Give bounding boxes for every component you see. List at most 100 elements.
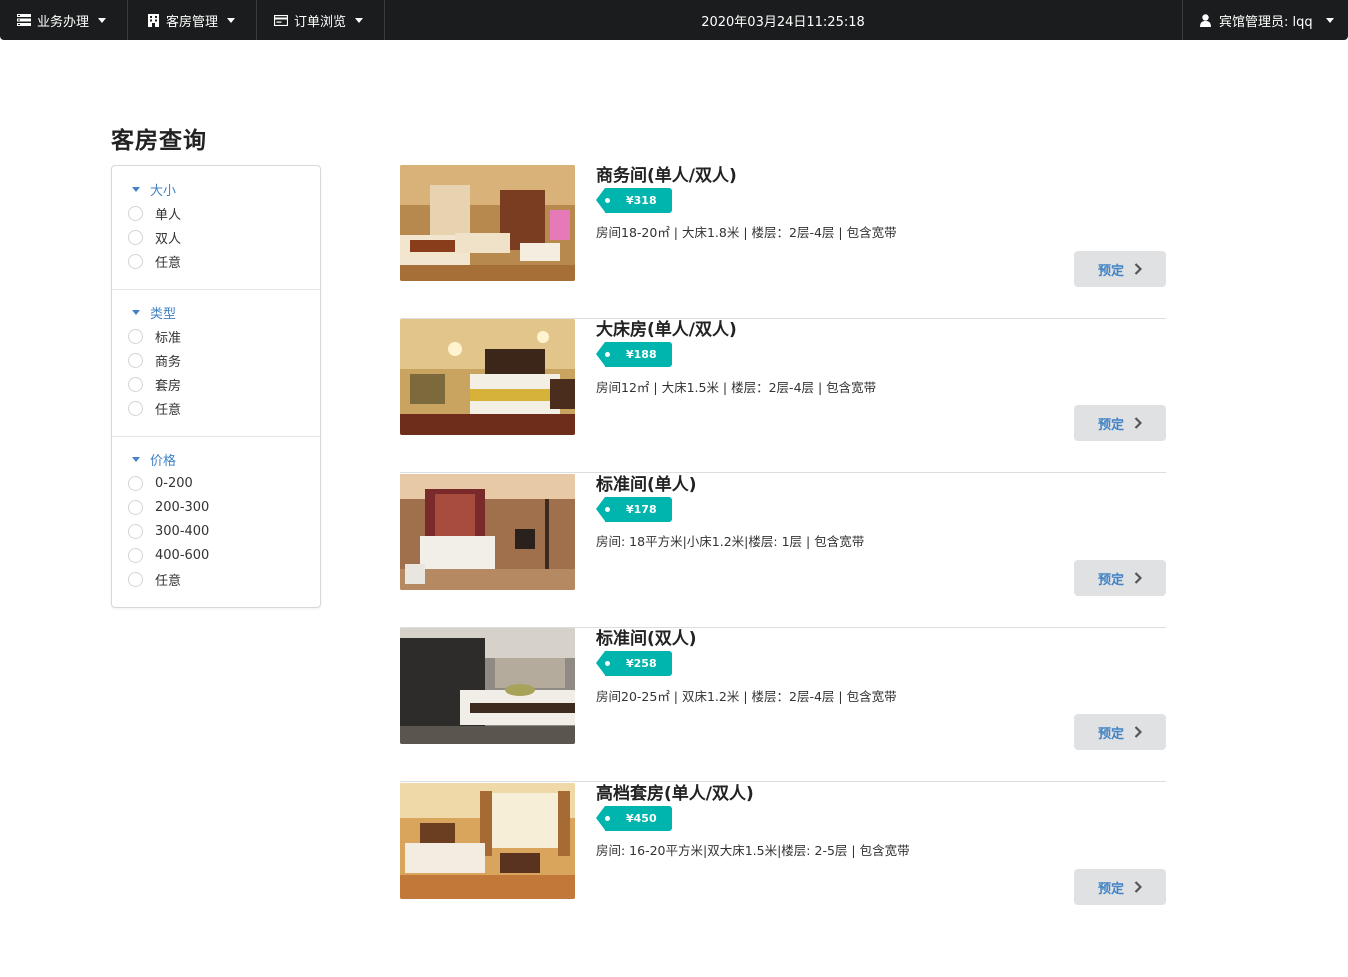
caret-down-icon (1325, 17, 1334, 23)
price-label: ¥188 (605, 342, 672, 367)
book-button[interactable]: 预定 (1074, 405, 1166, 441)
radio-option[interactable]: 商务 (128, 350, 181, 370)
radio-option[interactable]: 任意 (128, 398, 181, 418)
radio-circle[interactable] (128, 328, 143, 344)
room-name: 商务间(单人/双人) (596, 166, 737, 186)
user-menu[interactable]: 宾馆管理员: lqq (1182, 0, 1348, 40)
radio-label: 任意 (155, 255, 182, 271)
price-tag: ¥450 (596, 806, 672, 831)
radio-circle[interactable] (128, 547, 143, 563)
tag-point (596, 497, 605, 521)
chevron-right-icon (1134, 572, 1142, 584)
radio-option[interactable]: 0-200 (128, 473, 193, 493)
radio-circle[interactable] (128, 376, 143, 392)
caret-down-icon (132, 310, 140, 315)
radio-label: 0-200 (155, 475, 193, 491)
radio-label: 套房 (155, 378, 182, 394)
filter-group-type: 类型 标准 商务 套房 任意 (112, 290, 320, 437)
room-photo (400, 165, 575, 281)
tag-point (596, 342, 605, 366)
price-tag: ¥258 (596, 651, 672, 676)
book-button[interactable]: 预定 (1074, 714, 1166, 750)
tag-hole-icon (605, 661, 610, 666)
filter-group-price: 价格 0-200 200-300 300-400 400-600 任意 (112, 437, 320, 607)
price-label: ¥178 (605, 497, 672, 522)
book-button-label: 预定 (1097, 263, 1124, 279)
radio-option[interactable]: 套房 (128, 374, 181, 394)
room-item: 商务间(单人/双人) ¥318 房间18-20㎡ | 大床1.8米 | 楼层：2… (400, 165, 1166, 319)
book-button[interactable]: 预定 (1074, 869, 1166, 905)
radio-circle[interactable] (128, 205, 143, 221)
radio-label: 300-400 (155, 523, 210, 539)
radio-option[interactable]: 任意 (128, 251, 181, 271)
datetime-display: 2020年03月24日11:25:18 (701, 14, 865, 30)
filter-title-type[interactable]: 类型 (132, 303, 176, 322)
tag-point (596, 188, 605, 212)
radio-circle[interactable] (128, 253, 143, 269)
radio-circle[interactable] (128, 229, 143, 245)
price-tag: ¥188 (596, 342, 672, 367)
radio-option[interactable]: 单人 (128, 203, 181, 223)
room-photo (400, 319, 575, 435)
radio-circle[interactable] (128, 352, 143, 368)
book-button[interactable]: 预定 (1074, 251, 1166, 287)
filter-title-price-label: 价格 (150, 454, 177, 469)
radio-option[interactable]: 200-300 (128, 497, 209, 517)
radio-label: 400-600 (155, 547, 210, 563)
room-description: 房间20-25㎡ | 双床1.2米 | 楼层：2层-4层 | 包含宽带 (596, 689, 897, 704)
tag-hole-icon (605, 507, 610, 512)
filter-title-type-label: 类型 (150, 307, 177, 322)
filter-group-size: 大小 单人 双人 任意 (112, 166, 320, 290)
user-label: 宾馆管理员: lqq (1219, 14, 1313, 30)
room-photo (400, 628, 575, 744)
room-name: 高档套房(单人/双人) (596, 784, 754, 804)
radio-label: 单人 (155, 207, 182, 223)
radio-circle[interactable] (128, 499, 143, 515)
room-name: 大床房(单人/双人) (596, 320, 737, 340)
book-button[interactable]: 预定 (1074, 560, 1166, 596)
filter-title-size[interactable]: 大小 (132, 180, 176, 199)
menu-order-browse[interactable]: 订单浏览 (257, 0, 385, 40)
radio-label: 标准 (155, 330, 182, 346)
caret-down-icon (132, 187, 140, 192)
radio-circle[interactable] (128, 475, 143, 491)
radio-option[interactable]: 300-400 (128, 521, 209, 541)
radio-option[interactable]: 标准 (128, 326, 181, 346)
radio-label: 商务 (155, 354, 182, 370)
room-name: 标准间(单人) (596, 475, 697, 495)
tag-hole-icon (605, 198, 610, 203)
building-icon (146, 13, 160, 27)
tag-hole-icon (605, 816, 610, 821)
user-icon (1200, 13, 1212, 27)
radio-circle[interactable] (128, 523, 143, 539)
menu-business-label: 业务办理 (37, 14, 90, 30)
radio-option[interactable]: 任意 (128, 569, 181, 589)
room-item: 大床房(单人/双人) ¥188 房间12㎡ | 大床1.5米 | 楼层：2层-4… (400, 319, 1166, 473)
list-icon (17, 13, 31, 27)
room-item: 高档套房(单人/双人) ¥450 房间: 16-20平方米|双大床1.5米|楼层… (400, 783, 1166, 937)
radio-label: 任意 (155, 402, 182, 418)
chevron-right-icon (1134, 263, 1142, 275)
radio-option[interactable]: 双人 (128, 227, 181, 247)
price-label: ¥258 (605, 651, 672, 676)
page-title: 客房查询 (111, 128, 207, 154)
menu-business[interactable]: 业务办理 (0, 0, 128, 40)
card-icon (274, 13, 288, 27)
room-item: 标准间(单人) ¥178 房间: 18平方米|小床1.2米|楼层: 1层 | 包… (400, 474, 1166, 628)
book-button-label: 预定 (1097, 572, 1124, 588)
radio-option[interactable]: 400-600 (128, 545, 209, 565)
filter-title-price[interactable]: 价格 (132, 450, 176, 469)
price-label: ¥318 (605, 188, 672, 213)
price-tag: ¥318 (596, 188, 672, 213)
caret-down-icon (132, 457, 140, 462)
chevron-right-icon (1134, 881, 1142, 893)
radio-circle[interactable] (128, 571, 143, 587)
room-description: 房间: 16-20平方米|双大床1.5米|楼层: 2-5层 | 包含宽带 (596, 843, 910, 858)
tag-hole-icon (605, 352, 610, 357)
book-button-label: 预定 (1097, 881, 1124, 897)
room-description: 房间18-20㎡ | 大床1.8米 | 楼层：2层-4层 | 包含宽带 (596, 225, 897, 240)
menu-room-management[interactable]: 客房管理 (128, 0, 257, 40)
radio-circle[interactable] (128, 400, 143, 416)
book-button-label: 预定 (1097, 726, 1124, 742)
radio-label: 任意 (155, 573, 182, 589)
